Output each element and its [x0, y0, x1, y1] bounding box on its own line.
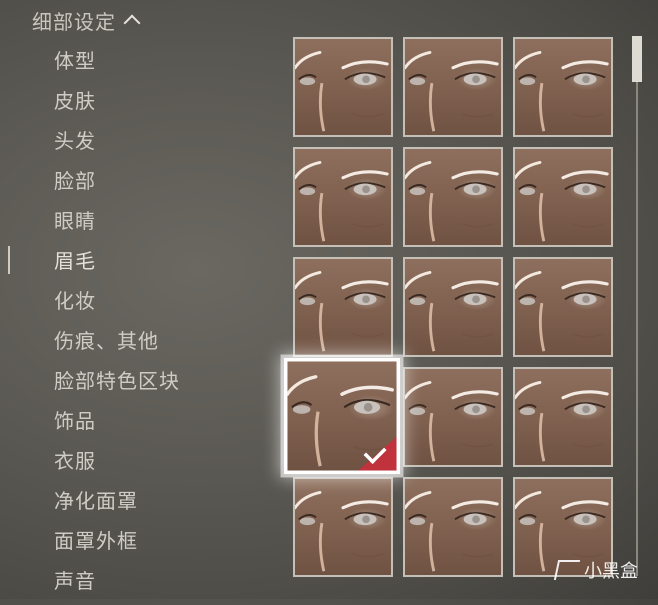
eyebrow-preset-tile[interactable]: [293, 477, 393, 577]
menu-item-hair[interactable]: 头发: [54, 125, 180, 165]
eyebrow-preset-tile[interactable]: [293, 257, 393, 357]
watermark: 小黑盒: [553, 557, 638, 583]
watermark-logo-icon: [553, 560, 581, 580]
face-preview-image: [405, 381, 499, 462]
menu-item-eyebrows[interactable]: 眉毛: [54, 245, 180, 285]
eyebrow-preset-tile[interactable]: [403, 37, 503, 137]
section-title: 细部设定: [32, 9, 116, 34]
eyebrow-preset-tile[interactable]: [513, 367, 613, 467]
face-preview-image: [405, 161, 499, 242]
watermark-text: 小黑盒: [584, 561, 638, 582]
menu-item-eyes[interactable]: 眼睛: [54, 205, 180, 245]
menu-item-mask-frame[interactable]: 面罩外框: [54, 525, 180, 565]
eyebrow-preset-tile[interactable]: [403, 477, 503, 577]
face-preview-image: [515, 161, 609, 242]
eyebrow-preset-tile[interactable]: [513, 37, 613, 137]
eyebrow-preset-tile[interactable]: [403, 367, 503, 467]
face-preview-image: [405, 271, 499, 352]
menu-item-accessories[interactable]: 饰品: [54, 405, 180, 445]
eyebrow-preset-tile[interactable]: [293, 147, 393, 247]
eyebrow-preset-tile[interactable]: [403, 147, 503, 247]
category-menu: 体型 皮肤 头发 脸部 眼睛 眉毛 化妆 伤痕、其他 脸部特色区块 饰品 衣服 …: [54, 45, 180, 605]
menu-item-body-type[interactable]: 体型: [54, 45, 180, 85]
section-header[interactable]: 细部设定: [32, 6, 141, 34]
face-preview-image: [295, 161, 389, 242]
scrollbar-track[interactable]: [636, 36, 638, 576]
menu-item-scars-other[interactable]: 伤痕、其他: [54, 325, 180, 365]
menu-item-face-features[interactable]: 脸部特色区块: [54, 365, 180, 405]
face-preview-image: [405, 51, 499, 132]
menu-item-voice[interactable]: 声音: [54, 565, 180, 605]
eyebrow-preset-tile[interactable]: [513, 257, 613, 357]
scrollbar-thumb[interactable]: [632, 36, 642, 82]
eyebrow-preset-tile[interactable]: [403, 257, 503, 357]
face-preview-image: [515, 271, 609, 352]
face-preview-image: [515, 381, 609, 462]
face-preview-image: [295, 491, 389, 572]
face-preview-image: [405, 491, 499, 572]
face-preview-image: [295, 271, 389, 352]
menu-item-skin[interactable]: 皮肤: [54, 85, 180, 125]
chevron-up-icon[interactable]: [123, 14, 141, 32]
menu-item-clothes[interactable]: 衣服: [54, 445, 180, 485]
eyebrow-preset-selected[interactable]: [284, 358, 400, 474]
menu-item-face[interactable]: 脸部: [54, 165, 180, 205]
eyebrow-preset-tile[interactable]: [513, 147, 613, 247]
active-item-indicator: [8, 246, 10, 274]
face-preview-image: [295, 51, 389, 132]
eyebrow-preset-tile[interactable]: [293, 37, 393, 137]
face-preview-image: [515, 51, 609, 132]
menu-item-makeup[interactable]: 化妆: [54, 285, 180, 325]
eyebrow-preset-grid: [284, 37, 623, 577]
menu-item-purification-mask[interactable]: 净化面罩: [54, 485, 180, 525]
